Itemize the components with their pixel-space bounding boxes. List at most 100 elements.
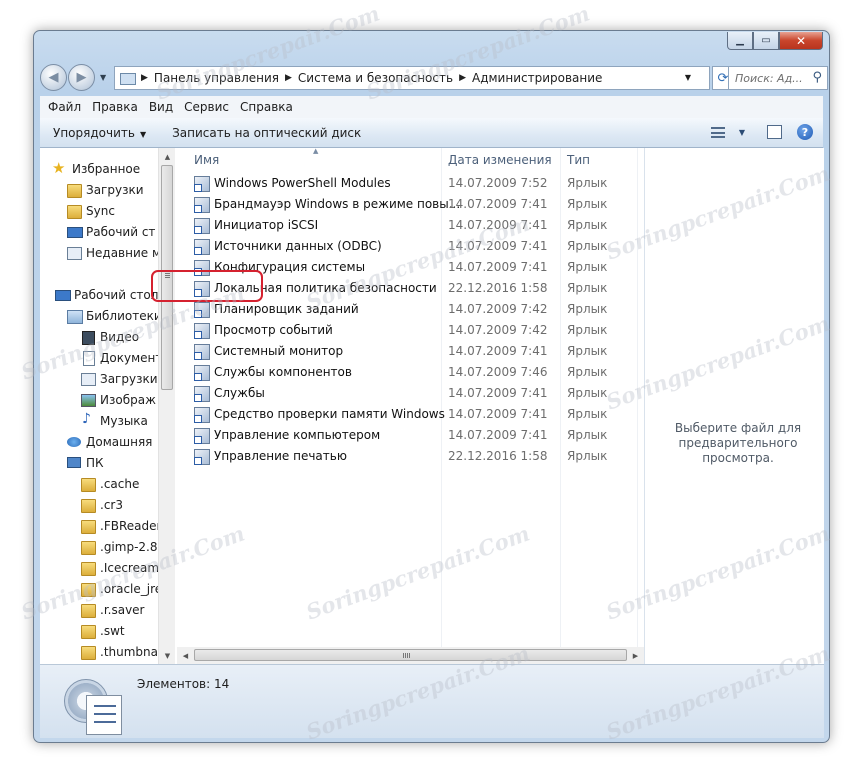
- scrollbar-thumb[interactable]: [194, 649, 627, 661]
- sidebar-item-label: .thumbna: [100, 645, 158, 659]
- sidebar-item-label: Музыка: [100, 414, 148, 428]
- file-row[interactable]: Средство проверки памяти Windows 14.07.20…: [177, 404, 644, 425]
- caption-buttons: ▁ ▭ ✕: [727, 32, 823, 50]
- shortcut-icon: [194, 281, 210, 297]
- file-date: 14.07.2009 7:41: [448, 407, 548, 421]
- sidebar-item-music[interactable]: Музыка: [80, 411, 148, 431]
- command-bar: Упорядочить ▼ Записать на оптический диск…: [40, 118, 823, 148]
- breadcrumb-arrow-icon[interactable]: ▶: [141, 73, 148, 83]
- file-row[interactable]: Инициатор iSCSI 14.07.2009 7:41 Ярлык: [177, 215, 644, 236]
- view-dropdown-button[interactable]: ▼: [733, 124, 751, 140]
- sidebar-item-folder[interactable]: .thumbna: [80, 642, 158, 662]
- column-name[interactable]: Имя: [194, 153, 219, 167]
- sidebar-item-folder[interactable]: .cache: [80, 474, 139, 494]
- address-dropdown-icon[interactable]: ▼: [685, 73, 691, 82]
- scroll-down-icon[interactable]: ▼: [159, 647, 176, 664]
- sidebar-item-sync[interactable]: Sync: [66, 201, 115, 221]
- file-row[interactable]: Брандмауэр Windows в режиме повы... 14.07…: [177, 194, 644, 215]
- file-name: Планировщик заданий: [214, 302, 359, 316]
- scroll-up-icon[interactable]: ▲: [159, 148, 176, 165]
- menu-tools[interactable]: Сервис: [184, 100, 229, 114]
- preview-pane-button[interactable]: [765, 124, 783, 140]
- change-view-button[interactable]: [709, 124, 727, 140]
- recent-pages-dropdown[interactable]: ▼: [100, 73, 106, 82]
- sidebar-item-folder[interactable]: .FBReader: [80, 516, 161, 536]
- sidebar-item-label: Библиотеки: [86, 309, 162, 323]
- sidebar-item-folder[interactable]: .gimp-2.8: [80, 537, 158, 557]
- menu-help[interactable]: Справка: [240, 100, 293, 114]
- breadcrumb-arrow-icon[interactable]: ▶: [285, 73, 292, 83]
- folder-icon: [66, 204, 82, 219]
- sidebar-item-folder[interactable]: .Icecream: [80, 558, 159, 578]
- menu-view[interactable]: Вид: [149, 100, 173, 114]
- breadcrumb-administration[interactable]: Администрирование: [472, 71, 602, 85]
- file-row[interactable]: Просмотр событий 14.07.2009 7:42 Ярлык: [177, 320, 644, 341]
- address-bar[interactable]: ▶ Панель управления ▶ Система и безопасн…: [114, 66, 710, 90]
- back-button[interactable]: ◀: [40, 64, 67, 91]
- file-row[interactable]: Источники данных (ODBC) 14.07.2009 7:41 Яр…: [177, 236, 644, 257]
- organize-button[interactable]: Упорядочить ▼: [40, 126, 159, 140]
- maximize-button[interactable]: ▭: [753, 32, 779, 50]
- title-bar[interactable]: ▁ ▭ ✕: [34, 31, 829, 61]
- sidebar-item-favorites[interactable]: Избранное: [52, 159, 140, 179]
- file-row-services[interactable]: Службы 14.07.2009 7:41 Ярлык: [177, 383, 644, 404]
- file-row[interactable]: Системный монитор 14.07.2009 7:41 Ярлык: [177, 341, 644, 362]
- file-type: Ярлык: [567, 323, 608, 337]
- horizontal-scrollbar[interactable]: ◀ ▶: [177, 647, 644, 664]
- file-row[interactable]: Управление компьютером 14.07.2009 7:41 Ярл…: [177, 425, 644, 446]
- menu-file[interactable]: Файл: [48, 100, 81, 114]
- sidebar-item-documents[interactable]: Документ: [80, 348, 162, 368]
- preview-message: Выберите файл для предварительного просм…: [645, 421, 825, 466]
- sidebar-item-folder[interactable]: .cr3: [80, 495, 123, 515]
- close-button[interactable]: ✕: [779, 32, 823, 50]
- file-row[interactable]: Конфигурация системы 14.07.2009 7:41 Ярлык: [177, 257, 644, 278]
- sidebar-item-label: Рабочий ст: [86, 225, 156, 239]
- menu-edit[interactable]: Правка: [92, 100, 138, 114]
- file-row[interactable]: Службы компонентов 14.07.2009 7:46 Ярлык: [177, 362, 644, 383]
- scroll-right-icon[interactable]: ▶: [627, 647, 644, 664]
- search-icon[interactable]: ⚲: [812, 70, 822, 85]
- search-input[interactable]: Поиск: Ад... ⚲: [728, 66, 828, 90]
- scrollbar-thumb[interactable]: [161, 165, 173, 390]
- sidebar-item-desktop[interactable]: Рабочий стол: [54, 285, 158, 305]
- file-row[interactable]: Планировщик заданий 14.07.2009 7:42 Ярлык: [177, 299, 644, 320]
- breadcrumb-arrow-icon[interactable]: ▶: [459, 73, 466, 83]
- sidebar-item-video[interactable]: Видео: [80, 327, 139, 347]
- search-placeholder: Поиск: Ад...: [735, 71, 803, 85]
- sidebar-item-homegroup[interactable]: Домашняя: [66, 432, 152, 452]
- sidebar-item-folder[interactable]: .oracle_jre: [80, 579, 162, 599]
- help-button[interactable]: ?: [797, 124, 813, 140]
- forward-button[interactable]: ▶: [68, 64, 95, 91]
- sidebar-item-recent-places[interactable]: Недавние м: [66, 243, 161, 263]
- file-date: 14.07.2009 7:41: [448, 197, 548, 211]
- file-type: Ярлык: [567, 281, 608, 295]
- column-type[interactable]: Тип: [567, 153, 590, 167]
- sidebar-item-label: Избранное: [72, 162, 141, 176]
- sidebar-item-library-downloads[interactable]: Загрузки: [80, 369, 158, 389]
- column-date-modified[interactable]: Дата изменения: [448, 153, 552, 167]
- file-name: Системный монитор: [214, 344, 344, 358]
- sidebar-item-desktop-favorite[interactable]: Рабочий ст: [66, 222, 155, 242]
- chevron-down-icon: ▼: [139, 129, 147, 139]
- file-row[interactable]: Управление печатью 22.12.2016 1:58 Ярлык: [177, 446, 644, 467]
- scroll-left-icon[interactable]: ◀: [177, 647, 194, 664]
- file-date: 22.12.2016 1:58: [448, 449, 548, 463]
- sidebar-item-downloads[interactable]: Загрузки: [66, 180, 144, 200]
- sidebar-item-libraries[interactable]: Библиотеки: [66, 306, 162, 326]
- minimize-button[interactable]: ▁: [727, 32, 753, 50]
- breadcrumb-system-security[interactable]: Система и безопасность: [298, 71, 453, 85]
- sidebar-item-folder[interactable]: .r.saver: [80, 600, 144, 620]
- homegroup-icon: [66, 435, 82, 449]
- file-date: 14.07.2009 7:41: [448, 386, 548, 400]
- sidebar-scrollbar[interactable]: ▲ ▼: [158, 148, 175, 664]
- shortcut-icon: [194, 197, 210, 213]
- burn-disc-button[interactable]: Записать на оптический диск: [159, 126, 374, 140]
- sidebar-item-pictures[interactable]: Изображ: [80, 390, 156, 410]
- maximize-icon: ▭: [761, 35, 771, 46]
- sidebar-item-computer[interactable]: ПК: [66, 453, 104, 473]
- file-row[interactable]: Windows PowerShell Modules 14.07.2009 7:5…: [177, 173, 644, 194]
- file-row[interactable]: Локальная политика безопасности 22.12.201…: [177, 278, 644, 299]
- breadcrumb-control-panel[interactable]: Панель управления: [154, 71, 279, 85]
- sidebar-item-label: Рабочий стол: [74, 288, 159, 302]
- sidebar-item-folder[interactable]: .swt: [80, 621, 125, 641]
